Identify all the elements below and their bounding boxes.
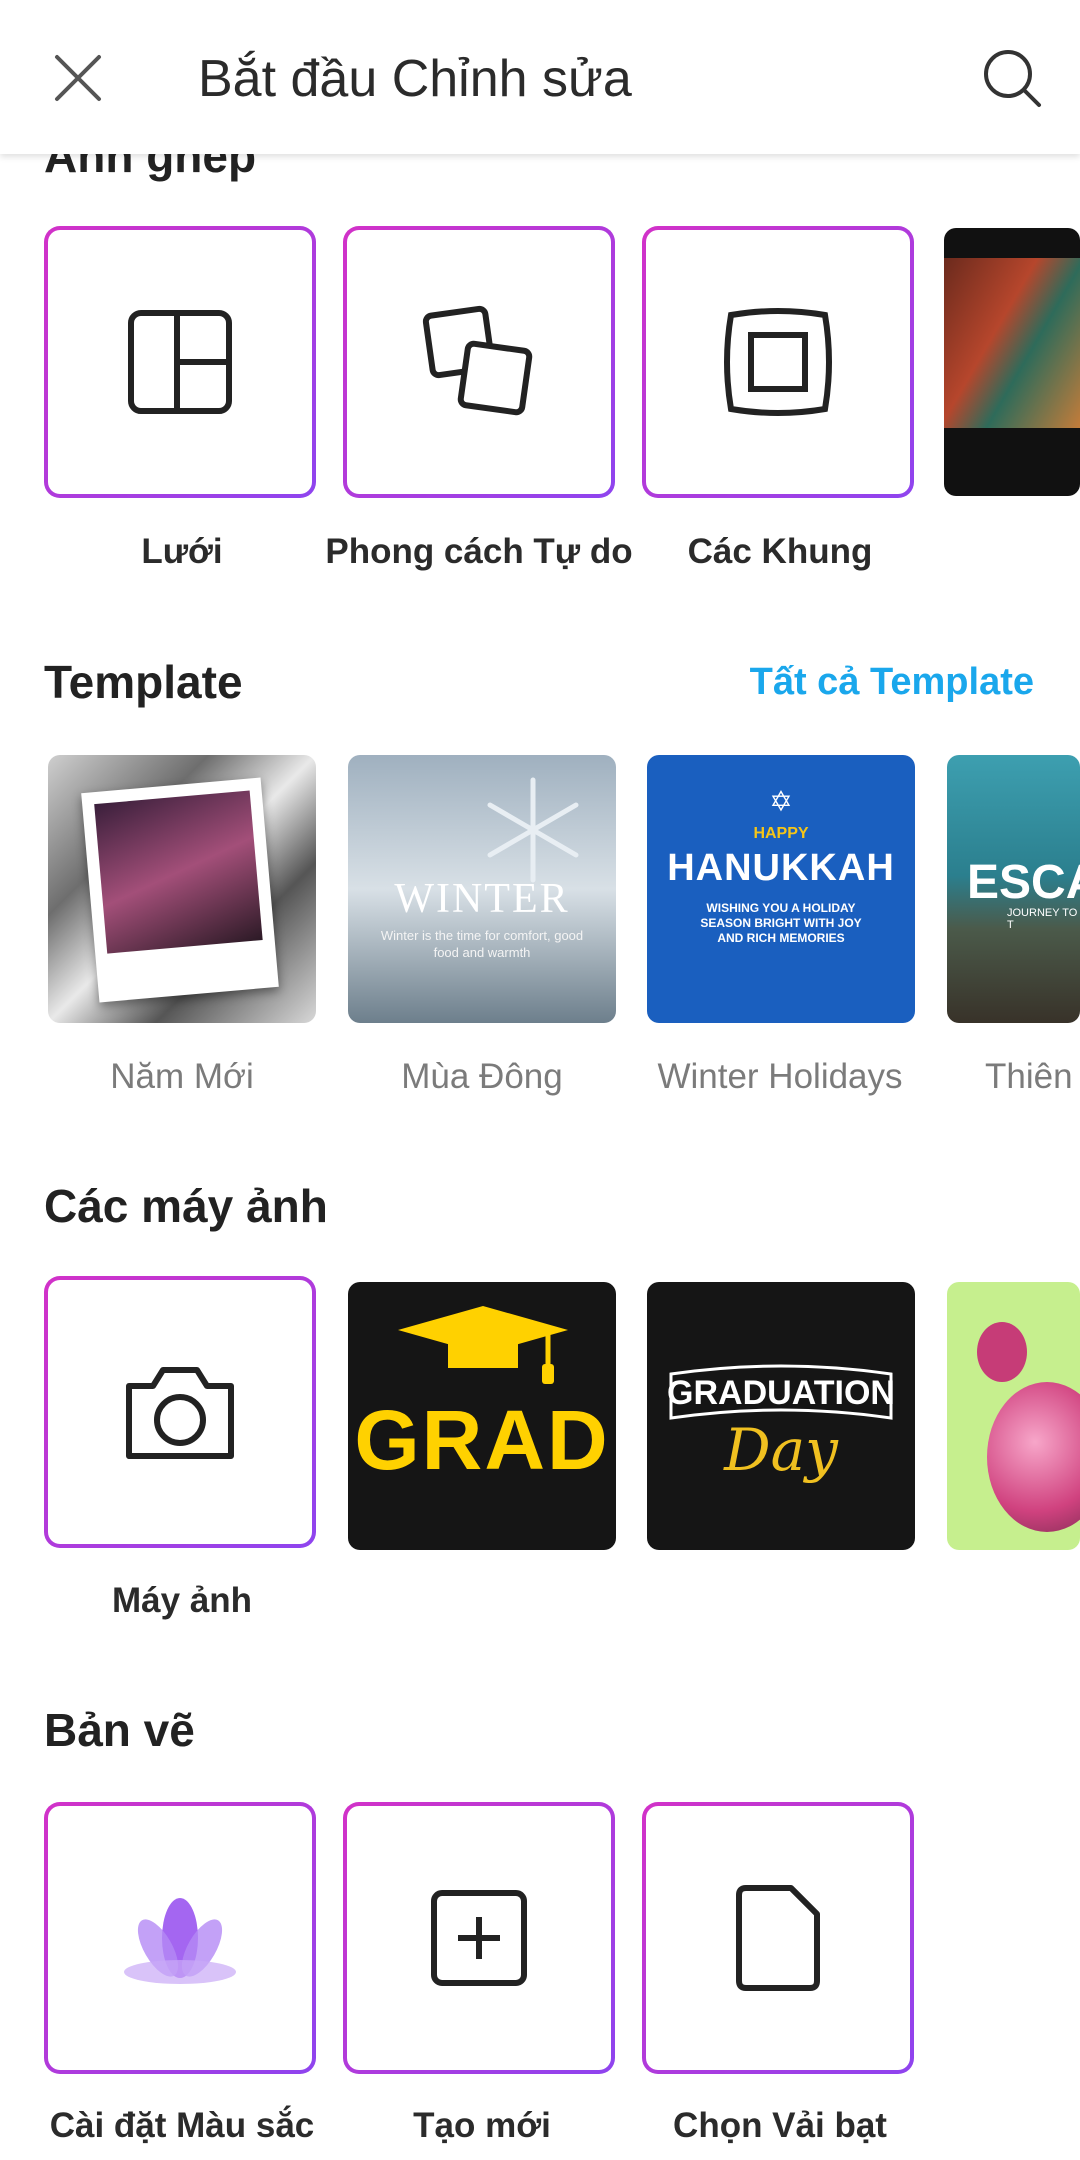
camera-tile[interactable] — [44, 1276, 316, 1548]
winter-title-text: WINTER — [394, 876, 570, 922]
template-new-year-label: Năm Mới — [110, 1057, 254, 1096]
search-button[interactable] — [972, 38, 1052, 118]
flower-bud-decoration — [977, 1322, 1027, 1382]
hanukkah-sub-text: WISHING YOU A HOLIDAY SEASON BRIGHT WITH… — [700, 901, 862, 945]
template-winter-holidays-label: Winter Holidays — [657, 1057, 903, 1096]
cameras-section-title: Các máy ảnh — [44, 1180, 328, 1232]
hanukkah-happy-text: HAPPY — [753, 825, 809, 842]
template-winter-label: Mùa Đông — [401, 1057, 563, 1096]
search-icon — [984, 50, 1041, 107]
graduation-cap-icon — [398, 1306, 568, 1384]
winter-sub-text: Winter is the time for comfort, good foo… — [380, 928, 584, 960]
collage-frames-label: Các Khung — [687, 532, 873, 571]
collage-freestyle-tile[interactable] — [343, 226, 615, 498]
camera-flowers-preset[interactable] — [947, 1282, 1080, 1550]
polaroid-photo — [81, 777, 279, 1003]
collage-grid-label: Lưới — [141, 532, 223, 571]
camera-graduation-day-preset[interactable]: GRADUATION Day — [647, 1282, 915, 1550]
choose-canvas-tile[interactable] — [642, 1802, 914, 2074]
template-thien-label: Thiên — [985, 1057, 1073, 1096]
star-of-david-icon: ✡ — [769, 786, 793, 817]
collage-preview-thumbnail[interactable] — [944, 228, 1080, 496]
color-settings-label: Cài đặt Màu sắc — [49, 2106, 315, 2145]
top-bar: Bắt đầu Chỉnh sửa — [0, 0, 1080, 154]
document-icon — [736, 1885, 820, 1991]
lotus-icon — [124, 1898, 236, 1984]
graduation-title-text: GRADUATION — [667, 1374, 895, 1412]
flower-decoration — [987, 1382, 1080, 1532]
camera-label: Máy ảnh — [111, 1581, 253, 1620]
freestyle-icon — [422, 305, 533, 416]
color-settings-tile[interactable] — [44, 1802, 316, 2074]
close-button[interactable] — [40, 40, 116, 116]
collage-freestyle-label: Phong cách Tự do — [325, 532, 633, 571]
template-new-year[interactable] — [48, 755, 316, 1023]
camera-grad-preset[interactable]: GRAD — [348, 1282, 616, 1550]
escape-sub-text: JOURNEY TO T — [1007, 907, 1078, 931]
collage-frames-tile[interactable] — [642, 226, 914, 498]
collage-grid-tile[interactable] — [44, 226, 316, 498]
grid-layout-icon — [128, 310, 232, 414]
add-square-icon — [431, 1890, 527, 1986]
drawing-section-title: Bản vẽ — [44, 1704, 195, 1756]
template-escape[interactable]: ESCA JOURNEY TO T — [947, 755, 1080, 1023]
template-winter[interactable]: WINTER Winter is the time for comfort, g… — [348, 755, 616, 1023]
all-templates-link[interactable]: Tất cả Template — [750, 654, 1034, 710]
template-hanukkah[interactable]: ✡ HAPPY HANUKKAH WISHING YOU A HOLIDAY S… — [647, 755, 915, 1023]
create-new-label: Tạo mới — [413, 2106, 551, 2145]
camera-icon — [126, 1367, 234, 1459]
page-title: Bắt đầu Chỉnh sửa — [198, 50, 632, 108]
snowflake-icon — [487, 777, 579, 883]
grad-text: GRAD — [354, 1393, 610, 1487]
template-section-title: Template — [44, 656, 243, 708]
hanukkah-title-text: HANUKKAH — [667, 847, 895, 889]
collage-preview-image — [944, 258, 1080, 428]
create-new-tile[interactable] — [343, 1802, 615, 2074]
escape-title-text: ESCA — [967, 856, 1080, 909]
close-icon — [55, 55, 101, 101]
choose-canvas-label: Chọn Vải bạt — [673, 2106, 887, 2145]
frame-icon — [724, 308, 832, 416]
graduation-day-text: Day — [724, 1416, 838, 1484]
